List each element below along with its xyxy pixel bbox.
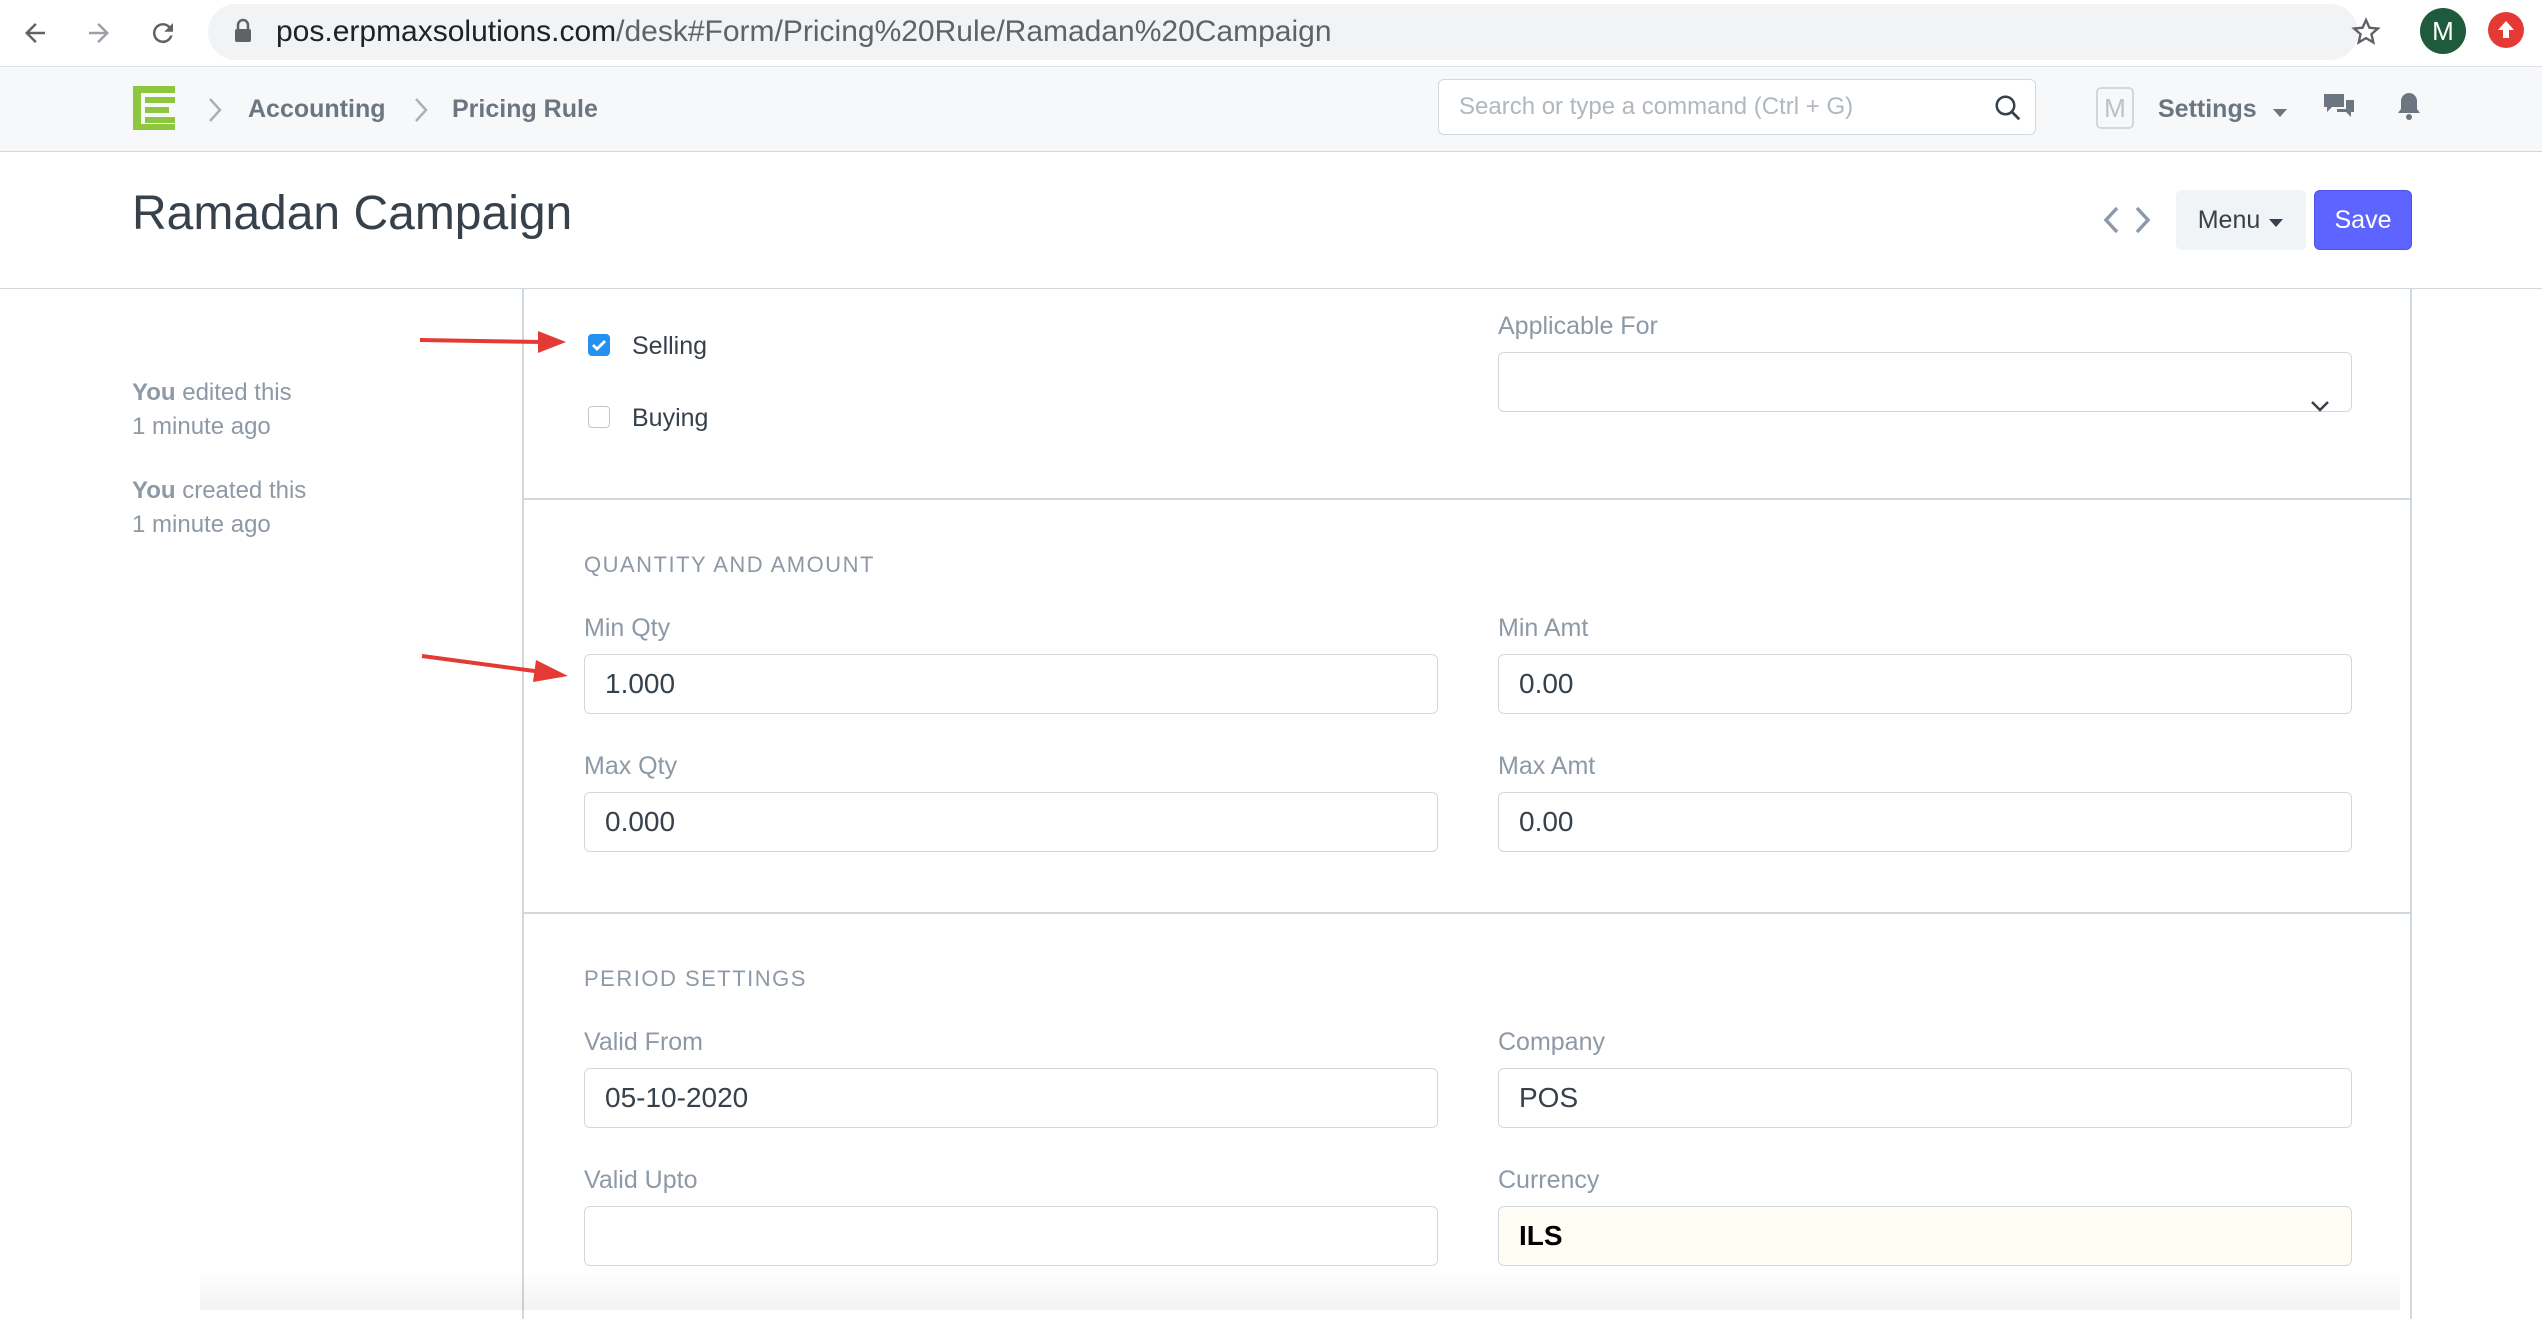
company-label: Company — [1498, 1028, 1605, 1056]
valid-from-label: Valid From — [584, 1028, 704, 1056]
menu-button[interactable]: Menu — [2176, 190, 2306, 250]
breadcrumb-pricing-rule[interactable]: Pricing Rule — [452, 67, 598, 151]
settings-label: Settings — [2158, 95, 2257, 123]
forward-icon[interactable] — [76, 10, 122, 56]
annotation-arrow-icon — [420, 648, 572, 693]
app-logo[interactable] — [130, 83, 180, 138]
chevron-down-icon — [2309, 375, 2331, 432]
buying-label[interactable]: Buying — [632, 404, 708, 433]
annotation-arrow-icon — [418, 326, 570, 363]
notification-bell-icon[interactable] — [2396, 91, 2422, 126]
url-host: pos.erpmaxsolutions.com — [276, 15, 617, 48]
bookmark-star-icon[interactable] — [2350, 16, 2382, 53]
timeline-item: You created this 1 minute ago — [132, 474, 306, 542]
currency-label: Currency — [1498, 1166, 1600, 1194]
browser-toolbar: pos.erpmaxsolutions.com/desk#Form/Pricin… — [0, 0, 2542, 67]
profile-avatar[interactable]: M — [2420, 8, 2466, 54]
url-path: /desk#Form/Pricing%20Rule/Ramadan%20Camp… — [616, 15, 1332, 48]
timeline-who: You — [132, 477, 176, 504]
chat-icon[interactable] — [2322, 91, 2356, 128]
min-amt-input[interactable]: 0.00 — [1498, 654, 2352, 714]
section-divider — [522, 498, 2412, 500]
valid-upto-input[interactable] — [584, 1206, 1438, 1266]
timeline-who: You — [132, 379, 176, 406]
min-qty-label: Min Qty — [584, 614, 671, 642]
timeline-action: created this — [182, 477, 307, 504]
extension-icon[interactable] — [2488, 12, 2524, 48]
section-title-quantity-amount: QUANTITY AND AMOUNT — [584, 552, 875, 577]
min-amt-label: Min Amt — [1498, 614, 1589, 642]
awesome-bar — [1438, 79, 2036, 135]
page-title: Ramadan Campaign — [132, 187, 573, 240]
applicable-for-select[interactable] — [1498, 352, 2352, 412]
applicable-for-label: Applicable For — [1498, 312, 1658, 340]
settings-dropdown[interactable]: Settings — [2158, 67, 2288, 151]
app-navbar: Accounting Pricing Rule M Settings — [0, 67, 2542, 152]
caret-down-icon — [2272, 68, 2288, 152]
timeline-item: You edited this 1 minute ago — [132, 376, 292, 444]
valid-from-input[interactable]: 05-10-2020 — [584, 1068, 1438, 1128]
max-qty-input[interactable]: 0.000 — [584, 792, 1438, 852]
url-text: pos.erpmaxsolutions.com/desk#Form/Pricin… — [276, 4, 1332, 60]
section-title-period-settings: PERIOD SETTINGS — [584, 966, 807, 991]
timeline-time: 1 minute ago — [132, 511, 271, 538]
chevron-right-icon — [206, 95, 224, 130]
chevron-right-icon — [412, 95, 430, 130]
company-input[interactable]: POS — [1498, 1068, 2352, 1128]
user-avatar[interactable]: M — [2096, 87, 2134, 129]
selling-label[interactable]: Selling — [632, 332, 707, 361]
bottom-shadow — [200, 1270, 2400, 1310]
back-icon[interactable] — [12, 10, 58, 56]
lock-icon — [232, 18, 254, 49]
menu-label: Menu — [2197, 205, 2261, 234]
timeline-time: 1 minute ago — [132, 413, 271, 440]
prev-doc-icon[interactable] — [2100, 205, 2122, 240]
max-qty-label: Max Qty — [584, 752, 678, 780]
search-icon[interactable] — [1993, 93, 2023, 128]
search-input[interactable] — [1439, 80, 1959, 134]
valid-upto-label: Valid Upto — [584, 1166, 698, 1194]
selling-checkbox[interactable] — [588, 334, 610, 356]
save-button[interactable]: Save — [2314, 190, 2412, 250]
min-qty-input[interactable]: 1.000 — [584, 654, 1438, 714]
next-doc-icon[interactable] — [2132, 205, 2154, 240]
section-divider — [522, 912, 2412, 914]
breadcrumb-accounting[interactable]: Accounting — [248, 67, 386, 151]
caret-down-icon — [2268, 206, 2284, 235]
max-amt-input[interactable]: 0.00 — [1498, 792, 2352, 852]
max-amt-label: Max Amt — [1498, 752, 1596, 780]
checkmark-icon — [592, 340, 606, 351]
buying-checkbox[interactable] — [588, 406, 610, 428]
currency-input[interactable]: ILS — [1498, 1206, 2352, 1266]
timeline-action: edited this — [182, 379, 292, 406]
address-bar[interactable]: pos.erpmaxsolutions.com/desk#Form/Pricin… — [208, 4, 2381, 60]
reload-icon[interactable] — [140, 10, 186, 56]
